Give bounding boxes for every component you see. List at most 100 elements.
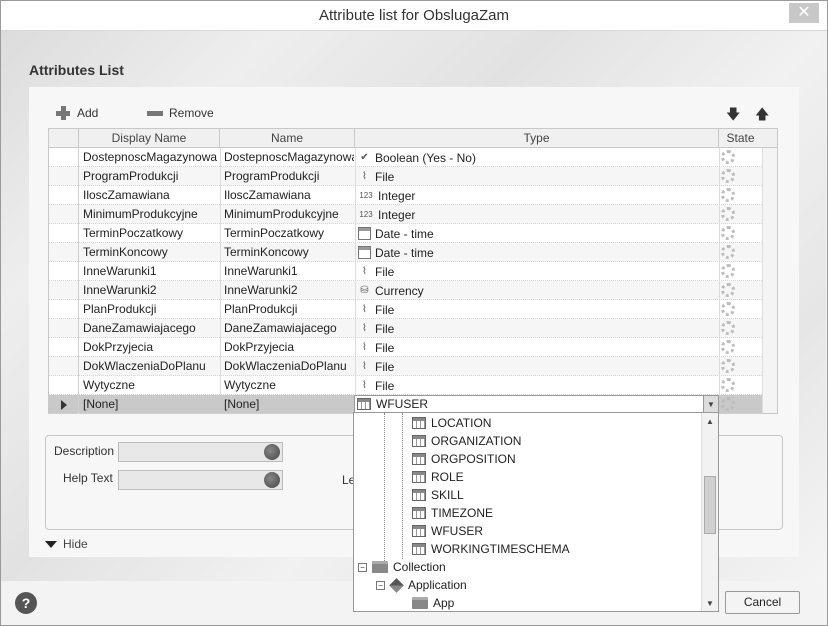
cell-display-name[interactable]: IloscZamawiana — [83, 186, 219, 205]
table-row[interactable]: DostepnoscMagazynowa DostepnoscMagazynowa… — [49, 148, 762, 167]
collapse-icon[interactable]: − — [358, 562, 367, 572]
cell-state[interactable] — [721, 243, 761, 262]
grid-scrollbar[interactable] — [762, 148, 777, 413]
cell-name[interactable]: MinimumProdukcyjne — [224, 205, 354, 224]
cell-name[interactable]: DostepnoscMagazynowa — [224, 148, 354, 167]
header-name[interactable]: Name — [220, 129, 355, 148]
cell-name[interactable]: DokWlaczeniaDoPlanu — [224, 357, 354, 376]
close-button[interactable]: ✕ — [789, 3, 819, 23]
cell-state[interactable] — [721, 300, 761, 319]
move-down-icon[interactable]: 🡇 — [726, 104, 740, 128]
cell-type[interactable]: ⌇ File — [358, 262, 718, 281]
cell-display-name[interactable]: MinimumProdukcyjne — [83, 205, 219, 224]
cell-type[interactable]: ⌇ File — [358, 319, 718, 338]
table-row[interactable]: DokWlaczeniaDoPlanu DokWlaczeniaDoPlanu ⌇ F… — [49, 357, 762, 376]
header-state[interactable]: State — [719, 129, 762, 148]
table-row[interactable]: PlanProdukcji PlanProdukcji ⌇ File — [49, 300, 762, 319]
tree-item-workingtimeschema[interactable]: WORKINGTIMESCHEMA — [412, 540, 570, 558]
help-icon[interactable]: ? — [15, 592, 37, 614]
cell-name[interactable]: Wytyczne — [224, 376, 354, 395]
cell-state[interactable] — [721, 224, 761, 243]
hide-toggle[interactable]: Hide — [45, 537, 88, 551]
row-selector[interactable] — [49, 395, 79, 414]
gear-icon[interactable] — [721, 188, 735, 202]
gear-icon[interactable] — [721, 245, 735, 259]
table-row[interactable]: ProgramProdukcji ProgramProdukcji ⌇ File — [49, 167, 762, 186]
table-row[interactable]: Wytyczne Wytyczne ⌇ File — [49, 376, 762, 395]
cell-name[interactable]: [None] — [224, 395, 354, 414]
row-selector[interactable] — [49, 148, 79, 167]
scroll-thumb[interactable] — [704, 476, 716, 534]
cell-state[interactable] — [721, 281, 761, 300]
dropdown-scrollbar[interactable]: ▲ ▼ — [701, 413, 718, 611]
row-selector[interactable] — [49, 281, 79, 300]
cell-state[interactable] — [721, 186, 761, 205]
cell-state[interactable] — [721, 262, 761, 281]
table-row[interactable]: MinimumProdukcyjne MinimumProdukcyjne 123 I… — [49, 205, 762, 224]
cell-state[interactable] — [721, 338, 761, 357]
cell-name[interactable]: InneWarunki2 — [224, 281, 354, 300]
cell-state[interactable] — [721, 357, 761, 376]
cell-type[interactable]: ⌇ File — [358, 300, 718, 319]
description-field[interactable] — [118, 442, 283, 462]
cell-type[interactable]: 123 Integer — [358, 205, 718, 224]
row-selector[interactable] — [49, 262, 79, 281]
gear-icon[interactable] — [721, 150, 735, 164]
cell-display-name[interactable]: TerminPoczatkowy — [83, 224, 219, 243]
cell-type[interactable]: Date - time — [358, 243, 718, 262]
add-button[interactable]: Add — [55, 105, 98, 121]
cell-display-name[interactable]: TerminKoncowy — [83, 243, 219, 262]
help-text-field[interactable] — [118, 470, 283, 490]
gear-icon[interactable] — [721, 321, 735, 335]
tree-item-collection[interactable]: − Collection — [358, 558, 446, 576]
cell-display-name[interactable]: InneWarunki1 — [83, 262, 219, 281]
cell-type[interactable]: ✔ Boolean (Yes - No) — [358, 148, 718, 167]
table-row[interactable]: TerminPoczatkowy TerminPoczatkowy Date - t… — [49, 224, 762, 243]
cell-display-name[interactable]: DaneZamawiajacego — [83, 319, 219, 338]
cell-type[interactable]: ⌇ File — [358, 376, 718, 395]
cell-display-name[interactable]: DokWlaczeniaDoPlanu — [83, 357, 219, 376]
header-type[interactable]: Type — [355, 129, 719, 148]
globe-icon[interactable] — [264, 444, 280, 460]
gear-icon[interactable] — [721, 264, 735, 278]
remove-button[interactable]: Remove — [147, 105, 214, 121]
gear-icon[interactable] — [721, 207, 735, 221]
cell-type[interactable]: ⌇ File — [358, 357, 718, 376]
cell-display-name[interactable]: ProgramProdukcji — [83, 167, 219, 186]
row-selector[interactable] — [49, 167, 79, 186]
cancel-button[interactable]: Cancel — [725, 591, 800, 614]
cell-type[interactable]: Date - time — [358, 224, 718, 243]
row-selector[interactable] — [49, 319, 79, 338]
scroll-up-icon[interactable]: ▲ — [706, 417, 714, 426]
tree-item-skill[interactable]: SKILL — [412, 486, 464, 504]
chevron-down-icon[interactable]: ▼ — [703, 395, 719, 413]
cell-state[interactable] — [721, 319, 761, 338]
cell-name[interactable]: IloscZamawiana — [224, 186, 354, 205]
row-selector[interactable] — [49, 338, 79, 357]
table-row[interactable]: DaneZamawiajacego DaneZamawiajacego ⌇ File — [49, 319, 762, 338]
row-selector[interactable] — [49, 243, 79, 262]
cell-state[interactable] — [721, 148, 761, 167]
tree-item-role[interactable]: ROLE — [412, 468, 464, 486]
tree-item-app[interactable]: App — [412, 594, 454, 611]
table-row[interactable]: InneWarunki2 InneWarunki2 ⛁ Currency — [49, 281, 762, 300]
cell-name[interactable]: PlanProdukcji — [224, 300, 354, 319]
gear-icon[interactable] — [721, 169, 735, 183]
tree-item-orgposition[interactable]: ORGPOSITION — [412, 450, 516, 468]
type-combobox[interactable]: WFUSER ▼ — [354, 395, 719, 413]
cell-display-name[interactable]: PlanProdukcji — [83, 300, 219, 319]
tree-item-application[interactable]: − Application — [376, 576, 467, 594]
gear-icon[interactable] — [721, 397, 735, 411]
table-row[interactable]: InneWarunki1 InneWarunki1 ⌇ File — [49, 262, 762, 281]
cell-display-name[interactable]: DokPrzyjecia — [83, 338, 219, 357]
tree-item-wfuser[interactable]: WFUSER — [412, 522, 483, 540]
cell-name[interactable]: DokPrzyjecia — [224, 338, 354, 357]
cell-display-name[interactable]: InneWarunki2 — [83, 281, 219, 300]
table-row[interactable]: IloscZamawiana IloscZamawiana 123 Integer — [49, 186, 762, 205]
row-selector[interactable] — [49, 186, 79, 205]
table-row[interactable]: DokPrzyjecia DokPrzyjecia ⌇ File — [49, 338, 762, 357]
collapse-icon[interactable]: − — [376, 580, 385, 590]
cell-name[interactable]: InneWarunki1 — [224, 262, 354, 281]
cell-type[interactable]: ⌇ File — [358, 338, 718, 357]
cell-state[interactable] — [721, 395, 761, 414]
